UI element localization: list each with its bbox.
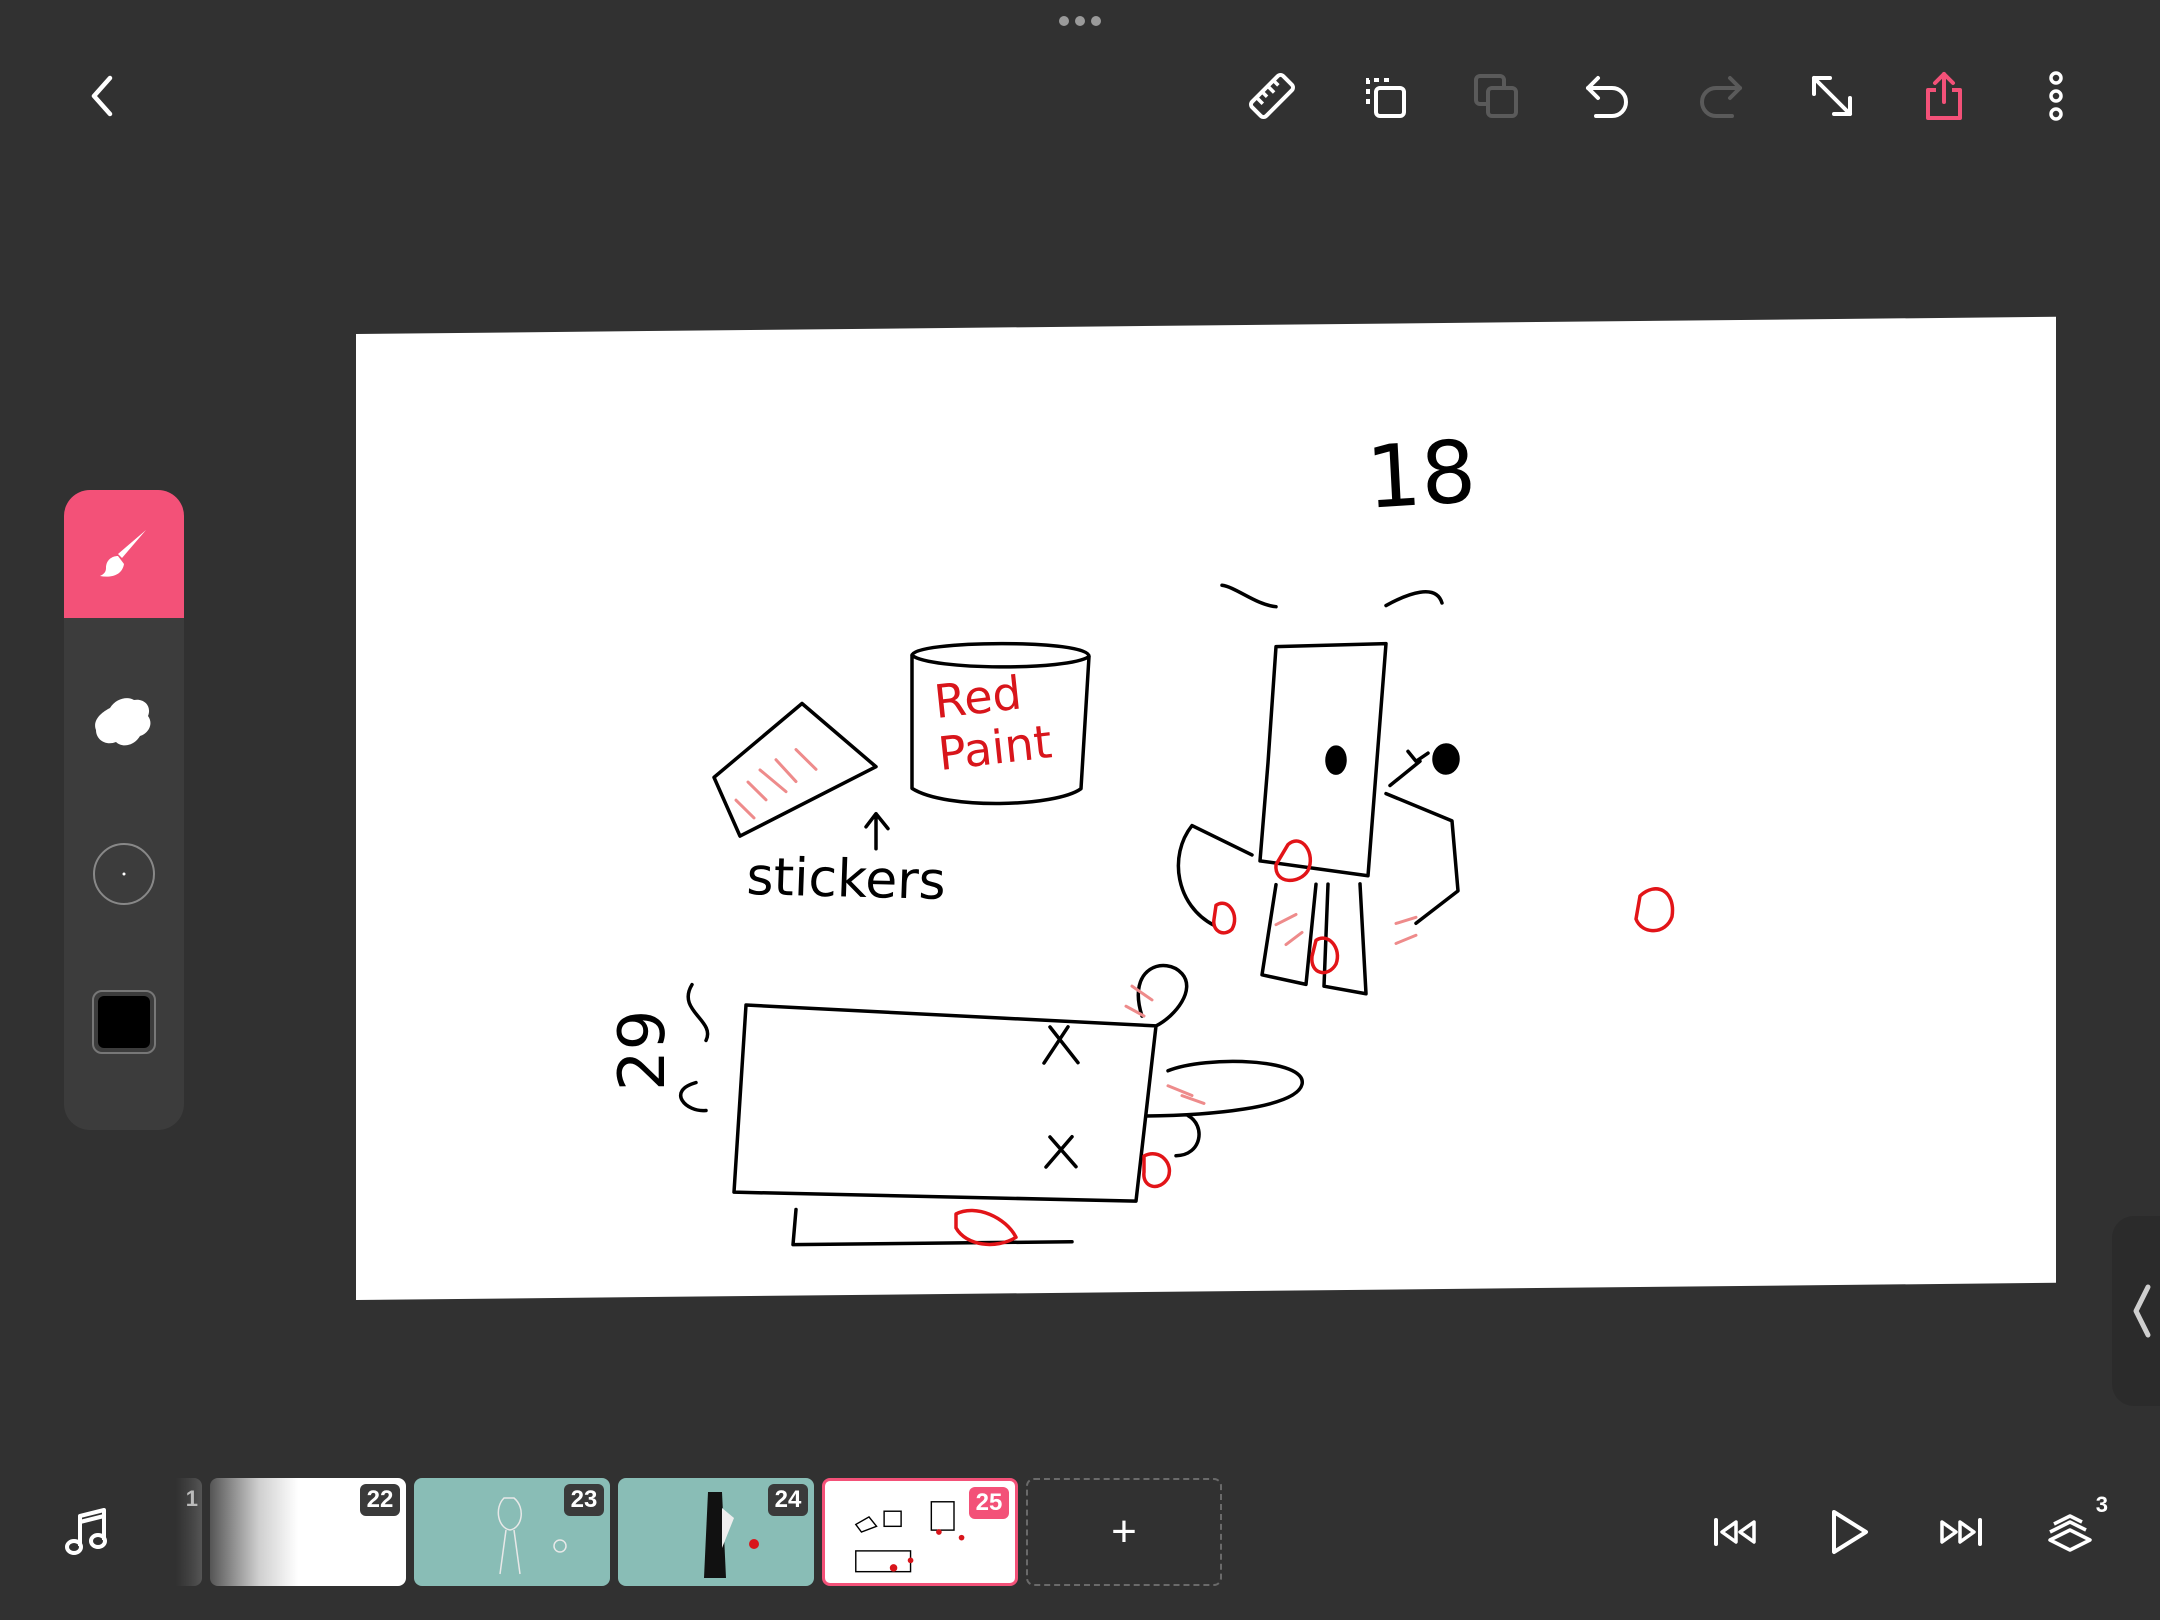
canvas-drawing: stickers 18 29 Red Paint bbox=[606, 422, 1675, 1247]
frame-number-badge: 22 bbox=[360, 1484, 400, 1516]
copy-frame-icon bbox=[1366, 78, 1406, 118]
resize-canvas-button[interactable] bbox=[1792, 56, 1872, 136]
brush-tool-button[interactable] bbox=[64, 490, 184, 618]
export-button[interactable] bbox=[1904, 56, 1984, 136]
redo-button[interactable] bbox=[1680, 56, 1760, 136]
eraser-icon bbox=[95, 698, 151, 746]
tool-panel bbox=[64, 490, 184, 1130]
jump-to-end-button[interactable] bbox=[1920, 1492, 2000, 1572]
timeline-frame[interactable]: 23 bbox=[414, 1478, 610, 1586]
back-icon bbox=[91, 75, 113, 117]
timeline-frame[interactable]: 22 bbox=[210, 1478, 406, 1586]
skip-forward-icon bbox=[1940, 1518, 1982, 1546]
timeline-frame[interactable]: 24 bbox=[618, 1478, 814, 1586]
more-button[interactable] bbox=[2016, 56, 2096, 136]
undo-button[interactable] bbox=[1568, 56, 1648, 136]
drawing-canvas[interactable]: stickers 18 29 Red Paint bbox=[356, 316, 2056, 1300]
skip-back-icon bbox=[1714, 1518, 1756, 1546]
ruler-icon bbox=[1249, 73, 1295, 119]
paste-frame-icon bbox=[1474, 74, 1518, 118]
red-scribble-2 bbox=[1634, 887, 1675, 933]
play-button[interactable] bbox=[1808, 1492, 1888, 1572]
frame-number-badge: 24 bbox=[768, 1484, 808, 1516]
music-note-icon bbox=[65, 1508, 107, 1555]
export-icon bbox=[1926, 72, 1962, 120]
music-button[interactable] bbox=[48, 1492, 128, 1572]
layers-icon bbox=[2048, 1514, 2092, 1552]
red-scribble-4 bbox=[954, 1208, 1018, 1247]
brush-size-button[interactable] bbox=[92, 842, 156, 906]
brush-icon bbox=[100, 530, 146, 577]
arrow-sketch bbox=[864, 811, 890, 851]
pink-marks-1 bbox=[1274, 912, 1418, 947]
frame-number: 1 bbox=[185, 1486, 198, 1511]
paste-frame-button[interactable] bbox=[1456, 56, 1536, 136]
frame-number-badge-selected: 25 bbox=[969, 1487, 1009, 1519]
eraser-tool-button[interactable] bbox=[88, 686, 160, 758]
x-mark-top bbox=[1042, 1025, 1080, 1065]
current-color-fill bbox=[98, 996, 150, 1048]
label-number-29: 29 bbox=[606, 1009, 680, 1091]
red-scribble-6 bbox=[1212, 901, 1237, 935]
stickers-sketch bbox=[712, 701, 878, 838]
label-number-18: 18 bbox=[1364, 422, 1479, 529]
play-icon bbox=[1832, 1510, 1868, 1554]
layers-count: 3 bbox=[2095, 1492, 2108, 1517]
red-scribble-5 bbox=[1142, 1152, 1172, 1189]
brush-size-icon bbox=[93, 843, 155, 905]
character-29-sketch bbox=[679, 963, 1304, 1247]
window-drag-handle[interactable] bbox=[1058, 14, 1102, 26]
label-paint: Paint bbox=[936, 714, 1055, 781]
frame-number-badge: 23 bbox=[564, 1484, 604, 1516]
side-panel-handle[interactable] bbox=[2112, 1216, 2160, 1406]
back-button[interactable] bbox=[64, 56, 144, 136]
x-mark-bottom bbox=[1044, 1135, 1078, 1169]
resize-icon bbox=[1812, 76, 1852, 116]
more-icon bbox=[2049, 71, 2063, 121]
redo-icon bbox=[1700, 76, 1742, 118]
timeline-frame-partial[interactable]: 1 bbox=[176, 1478, 202, 1586]
undo-icon bbox=[1586, 76, 1628, 118]
timeline-frame-selected[interactable]: 25 bbox=[822, 1478, 1018, 1586]
color-swatch[interactable] bbox=[92, 990, 156, 1054]
eye-left bbox=[1325, 745, 1347, 775]
layers-button[interactable]: 3 bbox=[2032, 1492, 2112, 1572]
sticker-pattern bbox=[734, 748, 818, 820]
ruler-button[interactable] bbox=[1232, 56, 1312, 136]
eye-right bbox=[1432, 743, 1460, 775]
red-scribble-1 bbox=[1274, 839, 1312, 883]
add-icon: + bbox=[1111, 1507, 1137, 1556]
jump-to-start-button[interactable] bbox=[1696, 1492, 1776, 1572]
copy-frame-button[interactable] bbox=[1344, 56, 1424, 136]
label-stickers: stickers bbox=[746, 847, 947, 912]
chevron-left-icon bbox=[2133, 1284, 2151, 1338]
add-frame-button[interactable]: + bbox=[1026, 1478, 1222, 1586]
